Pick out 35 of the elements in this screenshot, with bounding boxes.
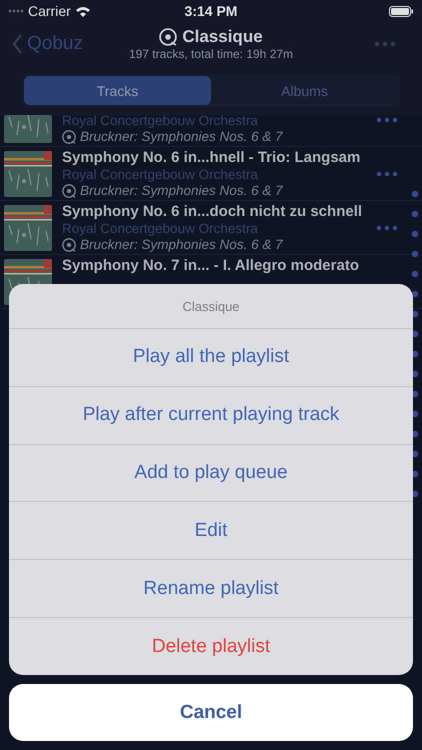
segment-tab[interactable]: Albums: [211, 76, 398, 105]
album-name: Bruckner: Symphonies Nos. 6 & 7: [80, 183, 283, 199]
more-icon[interactable]: [376, 170, 398, 176]
sheet-title: Classique: [182, 298, 240, 314]
more-icon[interactable]: [376, 116, 398, 122]
action-button[interactable]: Play after current playing track: [9, 386, 413, 445]
action-button[interactable]: Edit: [9, 502, 413, 560]
disc-search-icon: [159, 28, 178, 46]
track-title: Symphony No. 6 in...doch nicht zu schnell: [62, 202, 362, 221]
action-button[interactable]: Add to play queue: [9, 444, 413, 502]
album-name: Bruckner: Symphonies Nos. 6 & 7: [80, 129, 283, 145]
battery-icon: [389, 6, 414, 16]
disc-search-icon: [62, 184, 76, 198]
wifi-icon: [74, 5, 91, 17]
action-button[interactable]: Rename playlist: [9, 560, 413, 618]
more-icon[interactable]: [376, 224, 398, 230]
clock-time: 3:14 PM: [184, 3, 238, 19]
artist-name: Royal Concertgebouw Orchestra: [62, 167, 258, 183]
back-chevron-icon: [12, 34, 23, 54]
track-title: Symphony No. 6 in...hnell - Trio: Langsam: [62, 148, 360, 167]
cancel-button[interactable]: Cancel: [9, 684, 413, 741]
album-name: Bruckner: Symphonies Nos. 6 & 7: [80, 237, 283, 253]
segment-tab[interactable]: Tracks: [24, 76, 211, 105]
disc-search-icon: [62, 238, 76, 252]
action-button[interactable]: Play all the playlist: [9, 329, 413, 387]
playlist-summary: 197 tracks, total time: 19h 27m: [128, 47, 294, 61]
artist-name: Royal Concertgebouw Orchestra: [62, 113, 258, 129]
action-button[interactable]: Delete playlist: [9, 618, 413, 675]
carrier-name: Carrier: [28, 3, 71, 19]
artist-name: Royal Concertgebouw Orchestra: [62, 221, 258, 237]
signal-icon: [8, 9, 24, 13]
disc-search-icon: [62, 130, 76, 144]
more-icon[interactable]: [374, 41, 396, 47]
playlist-title: Classique: [182, 27, 263, 47]
track-title: Symphony No. 7 in... - I. Allegro moderato: [62, 256, 359, 275]
